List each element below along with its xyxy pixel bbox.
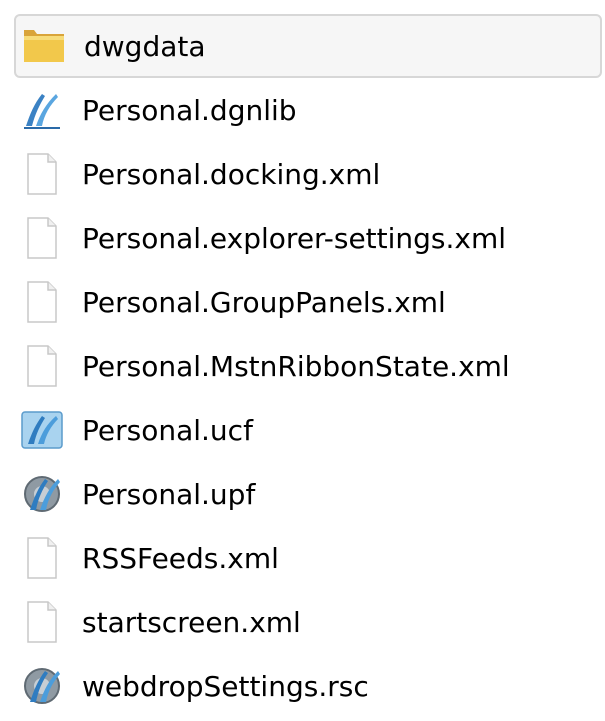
file-name: Personal.GroupPanels.xml: [82, 285, 446, 319]
blank-file-icon: [14, 210, 70, 266]
file-row-personal-mstnribbonstate-xml[interactable]: Personal.MstnRibbonState.xml: [14, 334, 602, 398]
file-row-personal-docking-xml[interactable]: Personal.docking.xml: [14, 142, 602, 206]
microstation-rsc-icon: [14, 658, 70, 714]
file-row-personal-dgnlib[interactable]: Personal.dgnlib: [14, 78, 602, 142]
blank-file-icon: [14, 530, 70, 586]
file-name: webdropSettings.rsc: [82, 669, 369, 703]
file-name: Personal.upf: [82, 477, 256, 511]
file-name: Personal.MstnRibbonState.xml: [82, 349, 510, 383]
file-name: Personal.dgnlib: [82, 93, 297, 127]
file-row-personal-explorer-settings-xml[interactable]: Personal.explorer-settings.xml: [14, 206, 602, 270]
file-name: RSSFeeds.xml: [82, 541, 279, 575]
microstation-dgnlib-icon: [14, 82, 70, 138]
folder-icon: [16, 18, 72, 74]
file-row-dwgdata[interactable]: dwgdata: [14, 14, 602, 78]
file-name: Personal.ucf: [82, 413, 253, 447]
file-name: dwgdata: [84, 29, 206, 63]
file-row-startscreen-xml[interactable]: startscreen.xml: [14, 590, 602, 654]
file-row-rssfeeds-xml[interactable]: RSSFeeds.xml: [14, 526, 602, 590]
file-list: dwgdata Personal.dgnlib Personal.docking…: [0, 0, 605, 721]
file-row-personal-upf[interactable]: Personal.upf: [14, 462, 602, 526]
file-name: Personal.explorer-settings.xml: [82, 221, 507, 255]
file-name: startscreen.xml: [82, 605, 301, 639]
microstation-ucf-icon: [14, 402, 70, 458]
file-row-webdropsettings-rsc[interactable]: webdropSettings.rsc: [14, 654, 602, 718]
blank-file-icon: [14, 594, 70, 650]
blank-file-icon: [14, 338, 70, 394]
file-row-personal-grouppanels-xml[interactable]: Personal.GroupPanels.xml: [14, 270, 602, 334]
microstation-upf-icon: [14, 466, 70, 522]
blank-file-icon: [14, 146, 70, 202]
file-row-personal-ucf[interactable]: Personal.ucf: [14, 398, 602, 462]
file-name: Personal.docking.xml: [82, 157, 381, 191]
blank-file-icon: [14, 274, 70, 330]
